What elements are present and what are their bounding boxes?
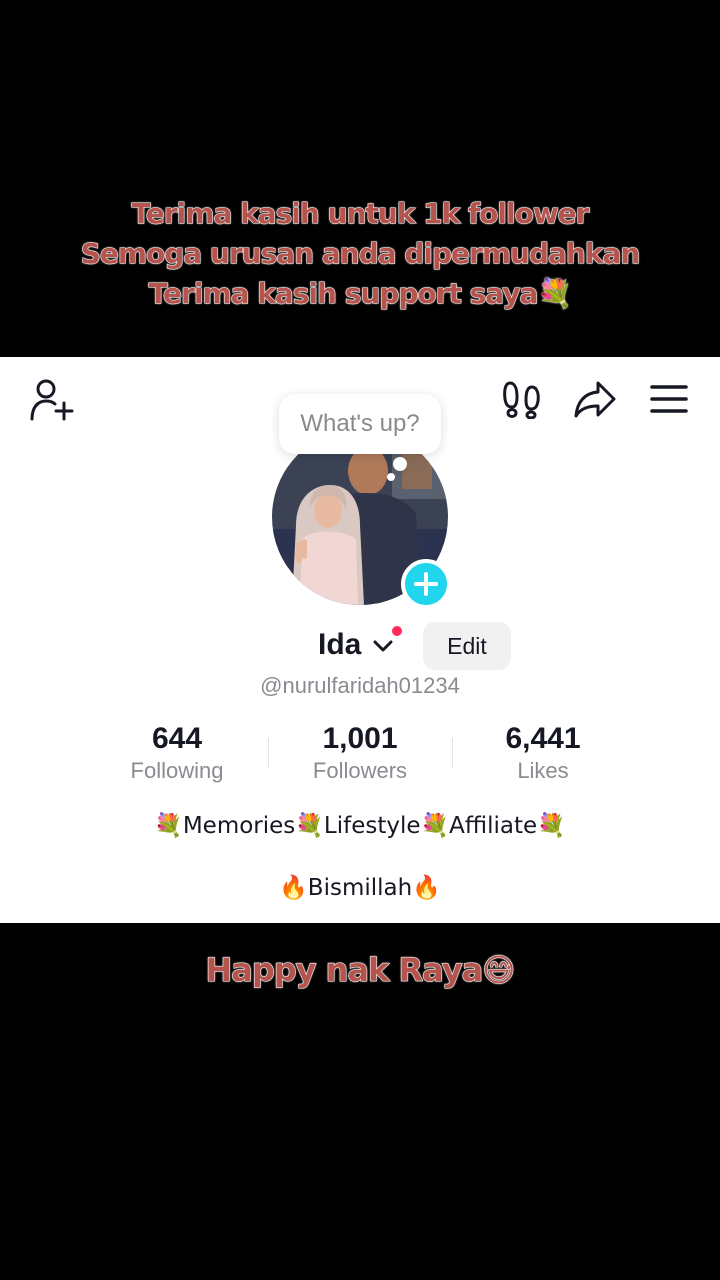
following-count: 644	[151, 722, 203, 755]
likes-count: 6,441	[505, 722, 581, 755]
share-icon[interactable]	[572, 379, 618, 419]
stat-likes[interactable]: 6,441 Likes	[463, 722, 623, 786]
profile-name[interactable]: Ida	[318, 628, 361, 662]
edit-profile-button[interactable]: Edit	[423, 622, 511, 670]
caption-line-2: Semoga urusan anda dipermudahkan	[80, 237, 641, 271]
notification-dot	[390, 624, 404, 638]
caption-line-1: Terima kasih untuk 1k follower	[131, 197, 590, 231]
followers-count: 1,001	[322, 722, 398, 755]
likes-label: Likes	[517, 758, 569, 783]
footprints-icon[interactable]	[502, 379, 542, 419]
status-bubble[interactable]: What's up?	[279, 394, 441, 454]
stat-following[interactable]: 644 Following	[97, 722, 257, 786]
caption-line-3: Terima kasih support saya💐	[148, 277, 573, 311]
stats-row: 644 Following 1,001 Followers 6,441 Like…	[0, 722, 720, 788]
plus-icon	[414, 572, 438, 596]
menu-icon[interactable]	[648, 381, 690, 417]
stats-divider	[452, 738, 453, 768]
chevron-down-icon[interactable]	[372, 638, 394, 654]
status-bubble-tail-dot	[387, 473, 395, 481]
caption-top: Terima kasih untuk 1k follower Semoga ur…	[0, 194, 720, 314]
bio-line-1: 💐Memories💐Lifestyle💐Affiliate💐	[154, 813, 566, 839]
followers-label: Followers	[312, 758, 408, 783]
stats-divider	[268, 738, 269, 768]
following-label: Following	[130, 758, 224, 783]
username-handle: @nurulfaridah01234	[260, 673, 460, 698]
stat-followers[interactable]: 1,001 Followers	[280, 722, 440, 786]
caption-bottom: Happy nak Raya😅	[205, 951, 516, 990]
add-avatar-button[interactable]	[401, 559, 451, 609]
profile-panel: What's up? Ida Edit @nurulfaridah01234 6…	[0, 357, 720, 923]
add-user-icon[interactable]	[28, 379, 76, 423]
name-row: Ida Edit	[0, 622, 720, 672]
bio-line-2: 🔥Bismillah🔥	[279, 875, 441, 901]
status-bubble-tail	[393, 457, 407, 471]
